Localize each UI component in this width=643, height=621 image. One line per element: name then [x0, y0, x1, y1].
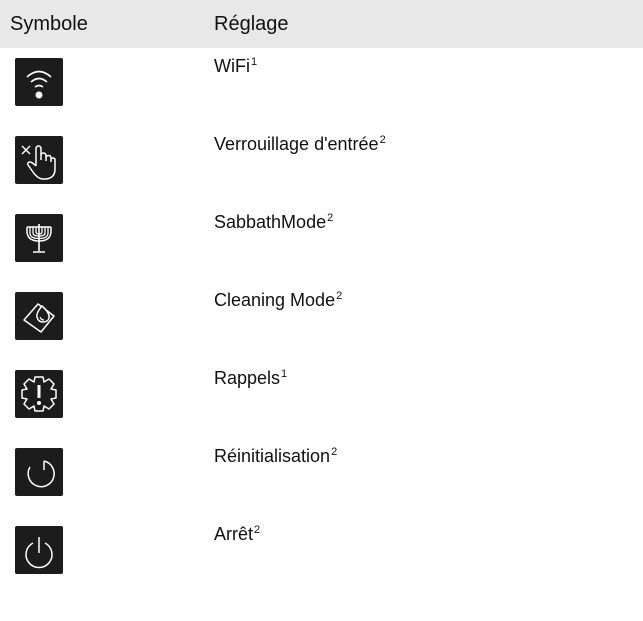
- table-row-power: Arrêt2: [0, 516, 643, 588]
- power-icon: [15, 526, 63, 574]
- table-row-input-lock: Verrouillage d'entrée2: [0, 126, 643, 198]
- table-row-wifi: WiFi1: [0, 48, 643, 120]
- table-row-sabbath-mode: SabbathMode2: [0, 204, 643, 276]
- setting-label: Verrouillage d'entrée2: [214, 134, 386, 154]
- table-row-reset: Réinitialisation2: [0, 438, 643, 510]
- footnote-marker: 1: [281, 368, 288, 380]
- wifi-icon: [15, 58, 63, 106]
- reset-icon: [15, 448, 63, 496]
- footnote-marker: 2: [331, 446, 338, 458]
- setting-label: Rappels1: [214, 368, 288, 388]
- setting-label: Réinitialisation2: [214, 446, 338, 466]
- footnote-marker: 1: [250, 56, 258, 68]
- footnote-marker: 2: [379, 134, 386, 146]
- table-row-cleaning-mode: Cleaning Mode2: [0, 282, 643, 354]
- column-header-symbol: Symbole: [10, 13, 88, 35]
- table-row-reminders: Rappels1: [0, 360, 643, 432]
- setting-label: WiFi1: [214, 56, 258, 76]
- menorah-icon: [15, 214, 63, 262]
- footnote-marker: 2: [327, 212, 334, 224]
- cleaning-mode-icon: [15, 292, 63, 340]
- column-header-setting: Réglage: [214, 13, 289, 35]
- input-lock-icon: [15, 136, 63, 184]
- footnote-marker: 2: [254, 524, 261, 536]
- table-header: Symbole Réglage: [0, 0, 643, 48]
- setting-label: Cleaning Mode2: [214, 290, 343, 310]
- setting-label: SabbathMode2: [214, 212, 334, 232]
- setting-label: Arrêt2: [214, 524, 261, 544]
- footnote-marker: 2: [336, 290, 343, 302]
- reminder-gear-icon: [15, 370, 63, 418]
